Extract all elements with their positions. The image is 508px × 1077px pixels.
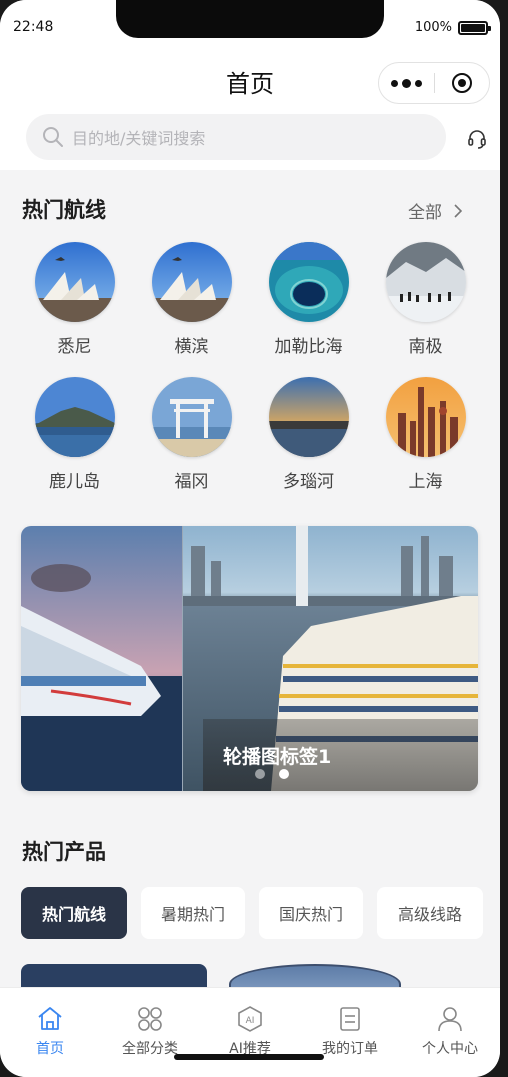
search-area: 目的地/关键词搜索 <box>0 108 500 170</box>
route-label: 加勒比海 <box>274 337 343 357</box>
close-mini-program-button[interactable] <box>435 73 489 93</box>
route-item-shanghai[interactable]: 上海 <box>367 377 484 492</box>
route-label: 悉尼 <box>57 337 92 357</box>
tabbar-item-ai[interactable]: AI AI推荐 <box>200 988 300 1077</box>
nav-bar: 首页 <box>0 44 500 108</box>
route-label: 横滨 <box>174 337 209 357</box>
route-item-sydney[interactable]: 悉尼 <box>16 242 133 357</box>
hot-routes-grid: 悉尼 横滨 加勒比海 南极 鹿儿岛 福冈 多瑙河 上海 <box>16 242 484 492</box>
ai-icon: AI <box>238 1006 262 1032</box>
yokohama-photo <box>151 242 232 322</box>
product-tabs: 热门航线 暑期热门 国庆热门 高级线路 <box>21 887 483 939</box>
mini-program-capsule <box>378 62 490 104</box>
battery-indicator: 100% <box>414 20 491 35</box>
tabbar-item-home[interactable]: 首页 <box>0 988 100 1077</box>
route-label: 上海 <box>408 472 443 492</box>
svg-text:AI: AI <box>246 1016 255 1026</box>
banner-indicator-dots <box>255 769 289 779</box>
tabbar-item-categories[interactable]: 全部分类 <box>100 988 200 1077</box>
route-label: 鹿儿岛 <box>49 472 100 492</box>
tab-hot-routes[interactable]: 热门航线 <box>21 887 127 939</box>
search-input[interactable]: 目的地/关键词搜索 <box>26 114 446 160</box>
search-icon <box>43 127 63 147</box>
chevron-right-icon <box>454 203 462 218</box>
view-all-routes-link[interactable]: 全部 <box>408 198 462 223</box>
status-time: 22:48 <box>13 19 54 35</box>
antarctica-photo <box>385 242 466 322</box>
search-placeholder: 目的地/关键词搜索 <box>72 129 206 148</box>
tabbar-label: 全部分类 <box>122 1041 178 1057</box>
user-icon <box>438 1007 462 1032</box>
more-menu-icon[interactable] <box>379 78 434 88</box>
home-indicator <box>174 1054 324 1060</box>
bottom-tab-bar: 首页 全部分类 AI AI推荐 我的订单 个人中心 <box>0 987 500 1077</box>
banner-caption: 轮播图标签1 <box>223 746 332 768</box>
battery-icon <box>458 20 491 35</box>
category-icon <box>138 1007 162 1031</box>
status-bar: 22:48 100% <box>0 0 500 44</box>
battery-percent: 100% <box>414 20 452 35</box>
shanghai-photo <box>385 377 466 457</box>
tabbar-label: 我的订单 <box>322 1041 378 1057</box>
tab-summer-hot[interactable]: 暑期热门 <box>141 887 245 939</box>
tab-premium-routes[interactable]: 高级线路 <box>377 887 483 939</box>
tabbar-label: 首页 <box>36 1041 64 1057</box>
sydney-photo <box>34 242 115 322</box>
route-item-kagoshima[interactable]: 鹿儿岛 <box>16 377 133 492</box>
view-all-label: 全部 <box>408 203 442 223</box>
tab-national-day-hot[interactable]: 国庆热门 <box>259 887 363 939</box>
route-label: 福冈 <box>174 472 209 492</box>
phone-screen: 22:48 100% 首页 目的地/关键词搜索 热门航线 全部 悉尼 横滨 加勒… <box>0 0 500 1077</box>
route-item-danube[interactable]: 多瑙河 <box>250 377 367 492</box>
notch <box>116 0 384 38</box>
tabbar-item-profile[interactable]: 个人中心 <box>400 988 500 1077</box>
customer-service-icon[interactable] <box>466 128 488 150</box>
route-item-caribbean[interactable]: 加勒比海 <box>250 242 367 357</box>
hot-products-title: 热门产品 <box>22 840 106 864</box>
route-item-yokohama[interactable]: 横滨 <box>133 242 250 357</box>
order-icon <box>340 1007 360 1031</box>
fukuoka-photo <box>151 377 232 457</box>
route-item-fukuoka[interactable]: 福冈 <box>133 377 250 492</box>
banner-carousel[interactable]: 轮播图标签1 <box>21 526 478 791</box>
route-item-antarctica[interactable]: 南极 <box>367 242 484 357</box>
danube-photo <box>268 377 349 457</box>
target-icon <box>451 73 472 93</box>
kagoshima-photo <box>34 377 115 457</box>
banner-dot[interactable] <box>255 769 265 779</box>
hot-routes-title: 热门航线 <box>22 198 106 222</box>
caribbean-photo <box>268 242 349 322</box>
home-icon <box>38 1007 62 1030</box>
banner-dot-active[interactable] <box>279 769 289 779</box>
route-label: 南极 <box>408 337 443 357</box>
tabbar-item-orders[interactable]: 我的订单 <box>300 988 400 1077</box>
route-label: 多瑙河 <box>283 472 334 492</box>
tabbar-label: 个人中心 <box>422 1041 478 1057</box>
